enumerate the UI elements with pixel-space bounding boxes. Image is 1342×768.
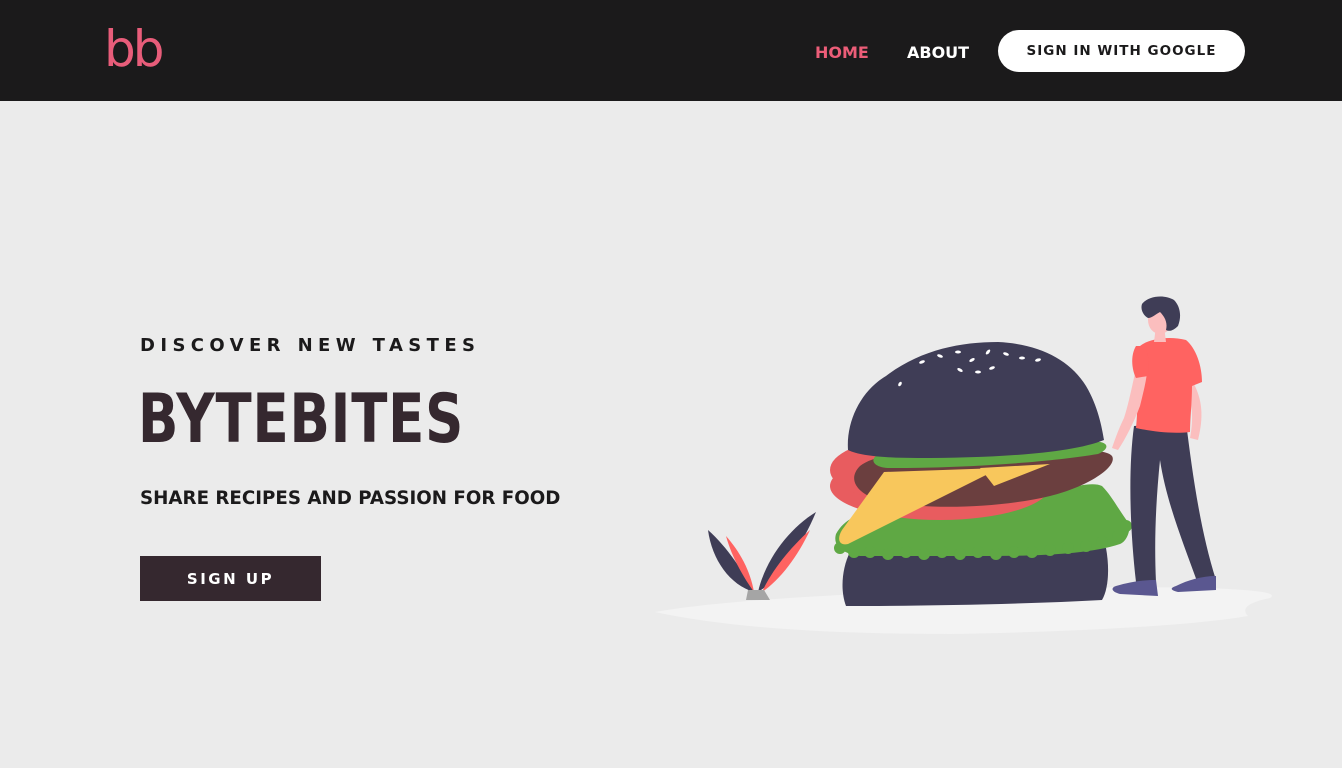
nav-about-link[interactable]: ABOUT [907, 43, 969, 63]
person-figure [1112, 296, 1216, 596]
hero-title: BYTEBITES [138, 380, 465, 459]
plant-icon [708, 512, 816, 600]
hero-eyebrow: DISCOVER NEW TASTES [140, 335, 481, 356]
burger-person-illustration [655, 296, 1272, 634]
sign-in-with-google-button[interactable]: SIGN IN WITH GOOGLE [998, 30, 1245, 72]
navbar: bb HOME ABOUT SIGN IN WITH GOOGLE [0, 0, 1342, 101]
burger-top-bun [847, 342, 1104, 458]
logo[interactable]: bb [104, 24, 165, 74]
nav-home-link[interactable]: HOME [815, 43, 869, 63]
sign-up-button[interactable]: SIGN UP [140, 556, 321, 601]
hero-subtitle: SHARE RECIPES AND PASSION FOR FOOD [140, 487, 561, 509]
